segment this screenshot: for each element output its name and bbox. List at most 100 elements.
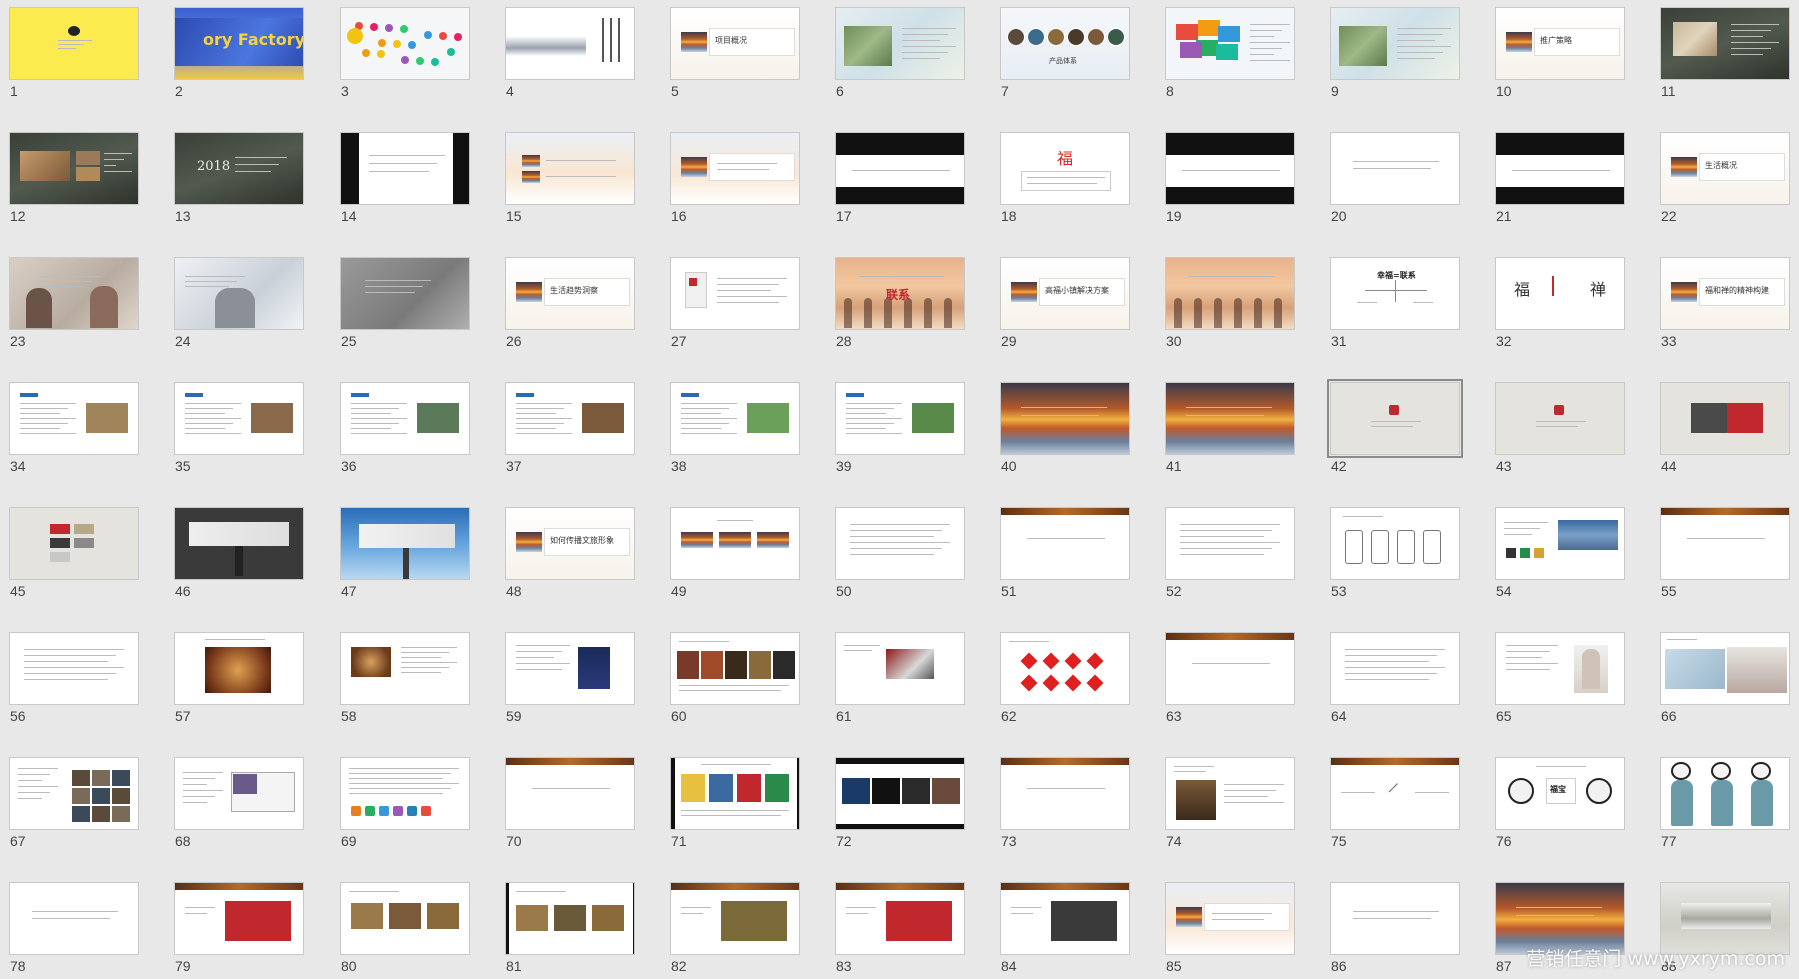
slide-thumbnail[interactable] <box>174 882 304 955</box>
slide-thumbnail[interactable]: 福禅 <box>1495 257 1625 330</box>
slide-thumbnail[interactable] <box>670 757 800 830</box>
slide-thumbnail[interactable]: 生活趋势洞察 <box>505 257 635 330</box>
text-line <box>351 433 407 434</box>
slide-thumbnail[interactable]: 幸福=联系 <box>1330 257 1460 330</box>
bubble <box>416 57 424 65</box>
slide-thumbnail[interactable] <box>9 757 139 830</box>
slide-thumbnail[interactable]: 福宝 <box>1495 757 1625 830</box>
slide-thumbnail[interactable] <box>340 382 470 455</box>
slide-thumbnail[interactable] <box>340 257 470 330</box>
slide-thumbnail[interactable]: 联系 <box>835 257 965 330</box>
slide-thumbnail[interactable] <box>1660 507 1790 580</box>
slide-thumbnail[interactable] <box>1000 882 1130 955</box>
slide-thumbnail[interactable] <box>1165 632 1295 705</box>
text-line <box>850 554 934 555</box>
text-line <box>1192 663 1270 664</box>
slide-thumbnail[interactable] <box>670 632 800 705</box>
slide-thumbnail[interactable] <box>670 132 800 205</box>
slide-thumbnail[interactable] <box>9 7 139 80</box>
slide-thumbnail[interactable] <box>1165 257 1295 330</box>
text-line <box>1345 673 1437 674</box>
text-line <box>1397 28 1451 29</box>
slide-thumbnail[interactable] <box>1000 382 1130 455</box>
text-line <box>1027 177 1105 178</box>
slide-thumbnail[interactable]: 福 <box>1000 132 1130 205</box>
slide-thumbnail[interactable] <box>174 507 304 580</box>
slide-thumbnail[interactable] <box>174 757 304 830</box>
slide-thumbnail[interactable] <box>505 382 635 455</box>
slide-thumbnail[interactable]: ory Factory <box>174 7 304 80</box>
slide-thumbnail[interactable]: 项目概况 <box>670 7 800 80</box>
slide-thumbnail[interactable] <box>1495 382 1625 455</box>
slide-thumbnail[interactable] <box>9 507 139 580</box>
slide-thumbnail[interactable] <box>174 257 304 330</box>
slide-thumbnail[interactable] <box>9 382 139 455</box>
slide-thumbnail[interactable] <box>1660 7 1790 80</box>
slide-thumbnail[interactable] <box>1330 507 1460 580</box>
slide-thumbnail[interactable] <box>1327 379 1463 458</box>
text-line <box>104 171 132 172</box>
slide-thumbnail[interactable] <box>1165 132 1295 205</box>
slide-thumbnail[interactable] <box>340 882 470 955</box>
slide-thumbnail[interactable] <box>835 382 965 455</box>
slide-thumbnail[interactable] <box>835 7 965 80</box>
slide-thumbnail[interactable] <box>1660 382 1790 455</box>
slide-thumbnail[interactable] <box>1660 757 1790 830</box>
slide-thumbnail[interactable]: 2018 <box>174 132 304 205</box>
slide-thumbnail[interactable] <box>1000 632 1130 705</box>
slide-thumbnail[interactable] <box>174 632 304 705</box>
slide-thumbnail[interactable] <box>505 132 635 205</box>
slide-thumbnail[interactable] <box>9 257 139 330</box>
slide-thumbnail[interactable] <box>340 507 470 580</box>
swatch-light <box>50 552 70 562</box>
slide-thumbnail[interactable]: 推广策略 <box>1495 7 1625 80</box>
slide-thumbnail[interactable] <box>1165 507 1295 580</box>
slide-thumbnail[interactable] <box>1330 632 1460 705</box>
slide-thumbnail[interactable]: 福和禅的精神构建 <box>1660 257 1790 330</box>
text-line <box>369 163 437 164</box>
slide-thumbnail[interactable] <box>1330 132 1460 205</box>
slide-thumbnail[interactable] <box>9 132 139 205</box>
slide-thumbnail[interactable] <box>1330 7 1460 80</box>
slide-thumbnail[interactable] <box>1165 757 1295 830</box>
slide-thumbnail[interactable] <box>835 757 965 830</box>
slide-thumbnail[interactable] <box>1495 632 1625 705</box>
slide-thumbnail[interactable] <box>1495 507 1625 580</box>
slide-thumbnail[interactable]: 高福小镇解决方案 <box>1000 257 1130 330</box>
slide-thumbnail[interactable] <box>1495 132 1625 205</box>
slide-thumbnail[interactable] <box>9 632 139 705</box>
slide-thumbnail[interactable] <box>174 382 304 455</box>
slide-thumbnail[interactable] <box>505 882 635 955</box>
painting <box>554 905 586 931</box>
slide-thumbnail[interactable] <box>1165 7 1295 80</box>
slide-thumbnail[interactable] <box>1330 882 1460 955</box>
slide-number: 69 <box>341 833 357 849</box>
slide-thumbnail[interactable] <box>340 757 470 830</box>
slide-thumbnail[interactable] <box>1165 882 1295 955</box>
slide-thumbnail[interactable] <box>9 882 139 955</box>
slide-thumbnail[interactable] <box>340 132 470 205</box>
slide-thumbnail[interactable]: 产品体系 <box>1000 7 1130 80</box>
slide-thumbnail[interactable]: 如何传播文旅形象 <box>505 507 635 580</box>
slide-thumbnail[interactable] <box>340 7 470 80</box>
slide-thumbnail[interactable] <box>670 382 800 455</box>
slide-thumbnail[interactable] <box>835 632 965 705</box>
slide-number: 65 <box>1496 708 1512 724</box>
slide-thumbnail[interactable]: 生活概况 <box>1660 132 1790 205</box>
slide-thumbnail[interactable] <box>1000 757 1130 830</box>
text-line <box>1180 536 1264 537</box>
slide-thumbnail[interactable] <box>505 7 635 80</box>
slide-thumbnail[interactable] <box>340 632 470 705</box>
slide-thumbnail[interactable] <box>505 632 635 705</box>
slide-thumbnail[interactable] <box>835 132 965 205</box>
slide-thumbnail[interactable] <box>670 507 800 580</box>
slide-thumbnail[interactable] <box>1660 632 1790 705</box>
slide-thumbnail[interactable] <box>835 507 965 580</box>
slide-thumbnail[interactable] <box>835 882 965 955</box>
slide-thumbnail[interactable] <box>505 757 635 830</box>
slide-thumbnail[interactable] <box>670 257 800 330</box>
slide-thumbnail[interactable] <box>1330 757 1460 830</box>
slide-thumbnail[interactable] <box>670 882 800 955</box>
slide-thumbnail[interactable] <box>1000 507 1130 580</box>
slide-thumbnail[interactable] <box>1165 382 1295 455</box>
